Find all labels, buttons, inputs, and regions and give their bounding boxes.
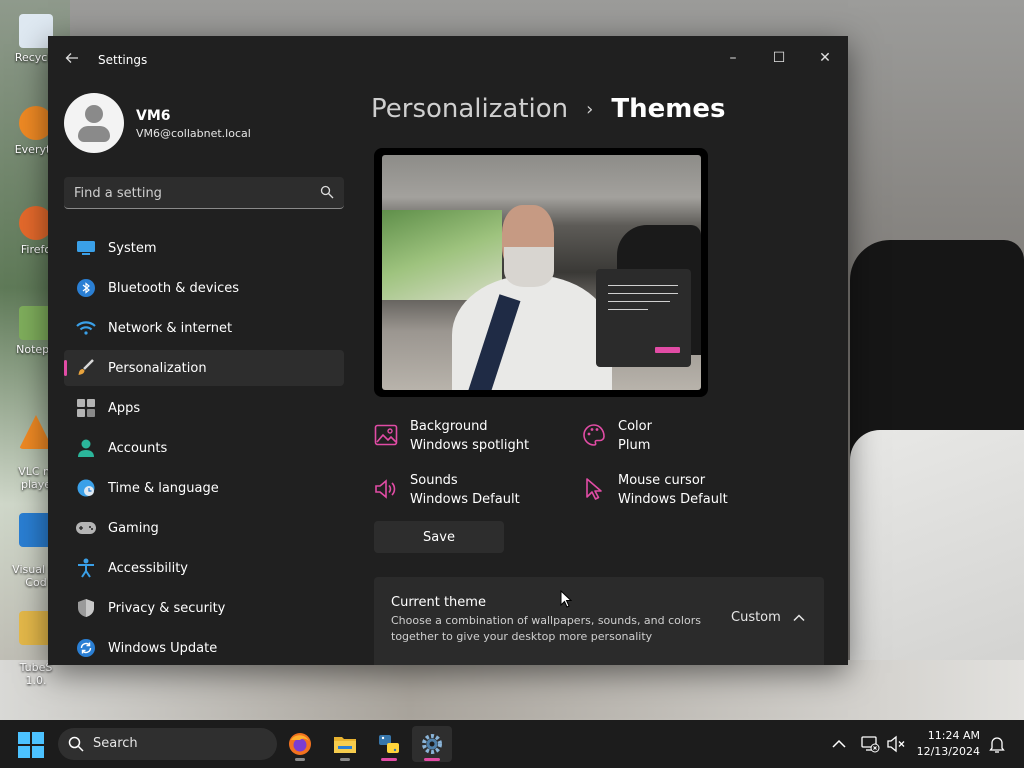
chevron-up-icon[interactable] [829,734,849,754]
speaker-icon [375,479,396,499]
theme-color-setting[interactable]: Color Plum [582,419,732,459]
taskbar-app-firefox[interactable] [280,726,320,762]
current-theme-section[interactable]: Current theme Choose a combination of wa… [374,577,824,665]
image-icon [374,424,398,446]
search-input[interactable] [74,183,304,203]
firefox-icon [289,733,311,755]
bluetooth-icon [76,278,96,298]
page-title: Themes [611,94,726,124]
sidebar-nav: System Bluetooth & devices Network & int… [64,230,344,665]
breadcrumb: Personalization › Themes [371,94,725,124]
notification-bell-icon[interactable] [987,734,1007,754]
title-bar: Settings – ☐ ✕ [48,36,848,84]
mouse-pointer-icon [560,590,572,608]
sidebar-item-apps[interactable]: Apps [64,390,344,426]
app-title: Settings [98,53,148,67]
settings-window: Settings – ☐ ✕ VM6 VM6@collabnet.local S… [48,36,848,665]
brush-icon [76,358,96,378]
taskbar-app-settings[interactable] [412,726,452,762]
back-arrow-icon [65,53,78,63]
system-clock[interactable]: 11:24 AM 12/13/2024 [914,728,980,760]
current-theme-description: Choose a combination of wallpapers, soun… [391,614,701,643]
network-disconnected-icon[interactable] [860,734,880,754]
accounts-icon [76,438,96,458]
avatar[interactable] [64,93,124,153]
sidebar-item-privacy-security[interactable]: Privacy & security [64,590,344,626]
globe-icon [76,478,96,498]
search-icon [320,185,334,199]
wifi-icon [76,318,96,338]
search-icon [68,736,84,752]
theme-mouse-cursor-setting[interactable]: Mouse cursor Windows Default [582,473,752,513]
clock-time: 11:24 AM [927,729,980,742]
preview-mini-window [596,269,691,367]
accessibility-icon [76,558,96,578]
breadcrumb-separator: › [586,98,594,120]
gamepad-icon [76,518,96,538]
python-icon [379,735,399,753]
taskbar-app-python[interactable] [369,726,409,762]
cursor-icon [586,478,602,500]
breadcrumb-parent[interactable]: Personalization [371,94,568,124]
sidebar-item-network[interactable]: Network & internet [64,310,344,346]
settings-icon [422,734,442,754]
sidebar-item-personalization[interactable]: Personalization [64,350,344,386]
theme-sounds-setting[interactable]: Sounds Windows Default [374,473,564,513]
current-theme-title: Current theme [391,595,486,610]
sidebar-item-bluetooth[interactable]: Bluetooth & devices [64,270,344,306]
theme-preview-wallpaper [382,155,701,390]
theme-preview [374,148,708,397]
taskbar-search[interactable]: Search [58,728,277,760]
taskbar: Search 11:24 AM 12/13/2024 [0,720,1024,768]
windows-start-icon[interactable] [18,732,44,758]
taskbar-app-file-explorer[interactable] [325,726,365,762]
sidebar-item-accessibility[interactable]: Accessibility [64,550,344,586]
close-button[interactable]: ✕ [802,42,848,74]
apps-icon [76,398,96,418]
user-name: VM6 [136,108,171,124]
chevron-up-icon[interactable] [792,611,806,625]
sidebar-item-system[interactable]: System [64,230,344,266]
sidebar-item-windows-update[interactable]: Windows Update [64,630,344,665]
shield-icon [76,598,96,618]
user-email: VM6@collabnet.local [136,127,251,140]
maximize-button[interactable]: ☐ [756,42,802,74]
update-icon [76,638,96,658]
sidebar-item-gaming[interactable]: Gaming [64,510,344,546]
file-explorer-icon [334,737,356,753]
sidebar-item-time-language[interactable]: Time & language [64,470,344,506]
theme-background-setting[interactable]: Background Windows spotlight [374,419,564,459]
minimize-button[interactable]: – [710,42,756,74]
current-theme-value: Custom [731,610,781,625]
palette-icon [583,424,605,446]
clock-date: 12/13/2024 [916,745,980,758]
system-icon [76,238,96,258]
speaker-muted-icon[interactable] [886,734,906,754]
wallpaper-bottom [0,660,1024,720]
save-button[interactable]: Save [374,521,504,553]
wallpaper-car-seat [850,240,1024,460]
back-button[interactable] [62,50,82,70]
sidebar-item-accounts[interactable]: Accounts [64,430,344,466]
find-setting-search[interactable] [64,177,344,209]
